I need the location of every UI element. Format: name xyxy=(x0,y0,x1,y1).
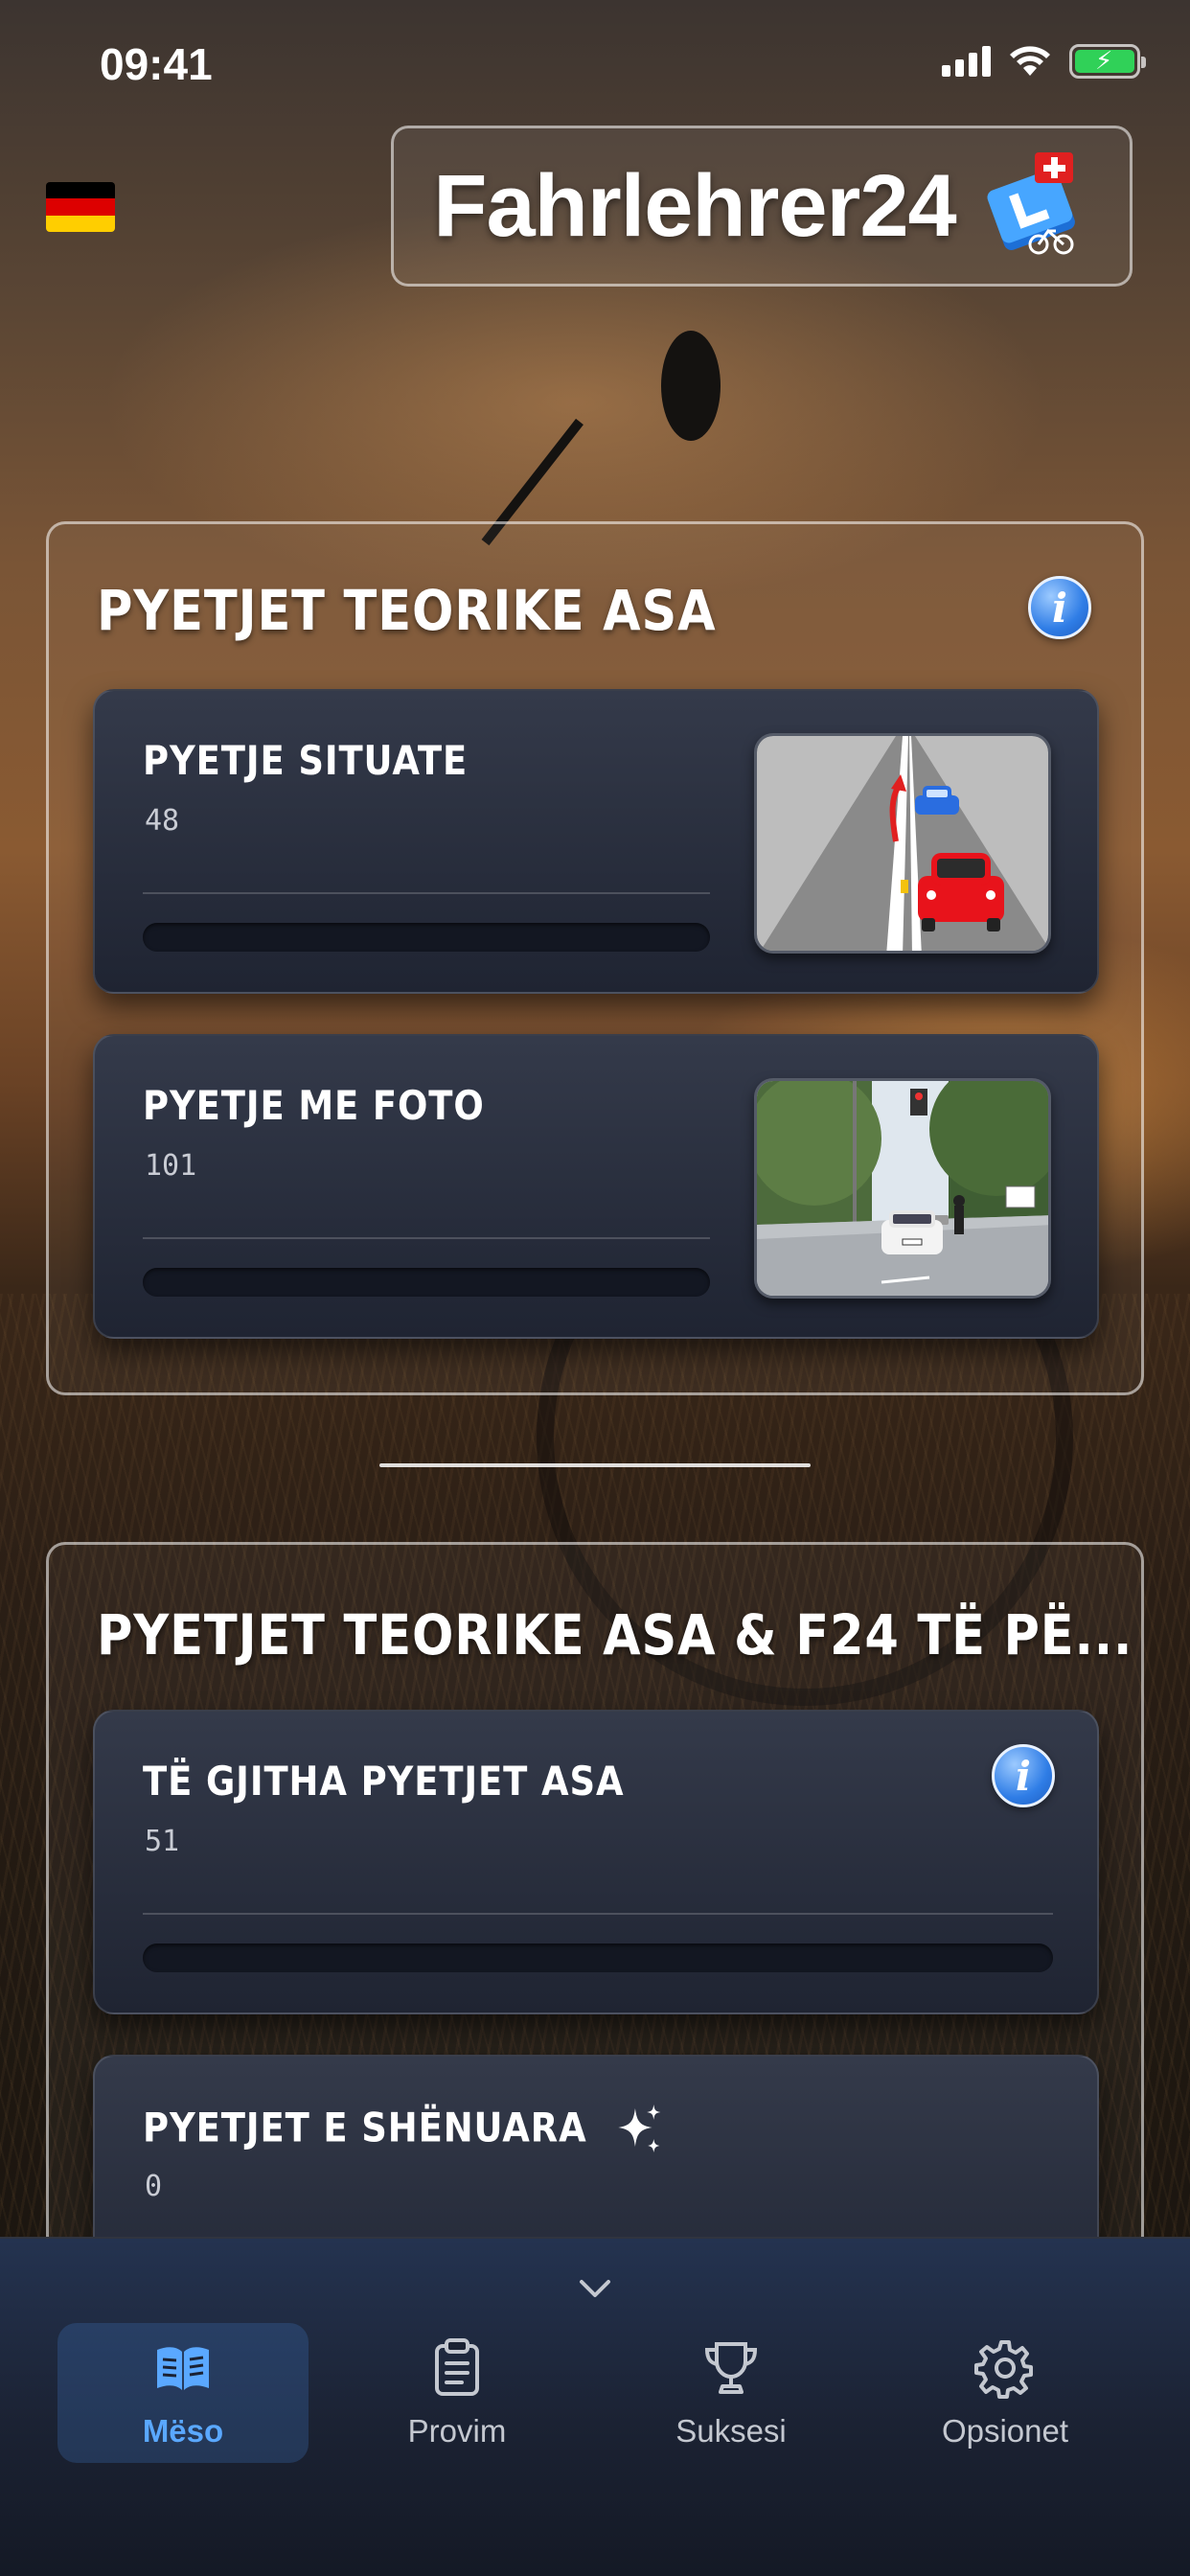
section-asa-f24-theory: PYETJET TEORIKE ASA & F24 TË PË... TË GJ… xyxy=(46,1542,1144,2359)
tab-label: Suksesi xyxy=(675,2413,787,2449)
card-count: 101 xyxy=(145,1149,197,1183)
section-asa-theory: PYETJET TEORIKE ASA i PYETJE SITUATE 48 xyxy=(46,521,1144,1395)
chevron-down-icon[interactable] xyxy=(576,2269,614,2308)
card-title: PYETJE ME FOTO xyxy=(143,1082,485,1129)
tab-label: Opsionet xyxy=(941,2413,1069,2449)
wifi-icon xyxy=(1010,46,1050,76)
card-divider xyxy=(143,892,710,894)
card-count: 51 xyxy=(145,1825,180,1858)
section-separator xyxy=(379,1463,811,1467)
card-title: PYETJE SITUATE xyxy=(143,737,469,784)
card-count: 0 xyxy=(145,2170,163,2203)
info-icon[interactable]: i xyxy=(1028,576,1091,639)
background-motorcycle-mirror xyxy=(661,331,721,441)
card-situation-questions[interactable]: PYETJE SITUATE 48 xyxy=(93,689,1099,994)
card-count: 48 xyxy=(145,804,180,838)
driving-school-l-plate-icon xyxy=(987,152,1075,255)
tab-success[interactable]: Suksesi xyxy=(606,2323,857,2463)
tab-bar: Mëso Provim Suksesi Opsionet xyxy=(0,2323,1190,2476)
info-icon[interactable]: i xyxy=(992,1744,1055,1807)
progress-bar xyxy=(143,1944,1053,1972)
card-photo-questions[interactable]: PYETJE ME FOTO 101 xyxy=(93,1034,1099,1339)
book-icon xyxy=(157,2347,209,2390)
brand-banner: Fahrlehrer24 xyxy=(391,126,1133,287)
progress-bar xyxy=(143,923,710,952)
street-photo xyxy=(754,1078,1051,1299)
progress-bar xyxy=(143,1268,710,1297)
cellular-signal-icon xyxy=(942,46,991,77)
bottom-navigation: Mëso Provim Suksesi Opsionet xyxy=(0,2237,1190,2576)
tab-options[interactable]: Opsionet xyxy=(880,2323,1131,2463)
card-divider xyxy=(143,1913,1053,1915)
tab-label: Provim xyxy=(407,2413,507,2449)
brand-name: Fahrlehrer24 xyxy=(433,156,956,255)
section-title: PYETJET TEORIKE ASA xyxy=(97,578,717,643)
german-flag-icon[interactable] xyxy=(46,182,115,232)
status-icons: ⚡ xyxy=(942,44,1146,79)
status-time: 09:41 xyxy=(100,39,213,89)
battery-icon: ⚡ xyxy=(1069,44,1146,79)
clipboard-icon xyxy=(435,2338,479,2396)
tab-learn[interactable]: Mëso xyxy=(57,2323,309,2463)
sparkle-icon xyxy=(618,2104,661,2152)
section-title: PYETJET TEORIKE ASA & F24 TË PË... xyxy=(97,1602,1133,1668)
tab-exam[interactable]: Provim xyxy=(332,2323,583,2463)
card-all-asa-questions[interactable]: TË GJITHA PYETJET ASA 51 i xyxy=(93,1710,1099,2014)
trophy-icon xyxy=(704,2342,758,2394)
tab-label: Mëso xyxy=(142,2413,224,2449)
card-title: TË GJITHA PYETJET ASA xyxy=(143,1758,625,1805)
situation-illustration xyxy=(754,733,1051,954)
card-divider xyxy=(143,1237,710,1239)
card-title-text: PYETJET E SHËNUARA xyxy=(143,2104,587,2151)
card-title: PYETJET E SHËNUARA xyxy=(143,2103,664,2158)
gear-icon xyxy=(974,2340,1033,2399)
